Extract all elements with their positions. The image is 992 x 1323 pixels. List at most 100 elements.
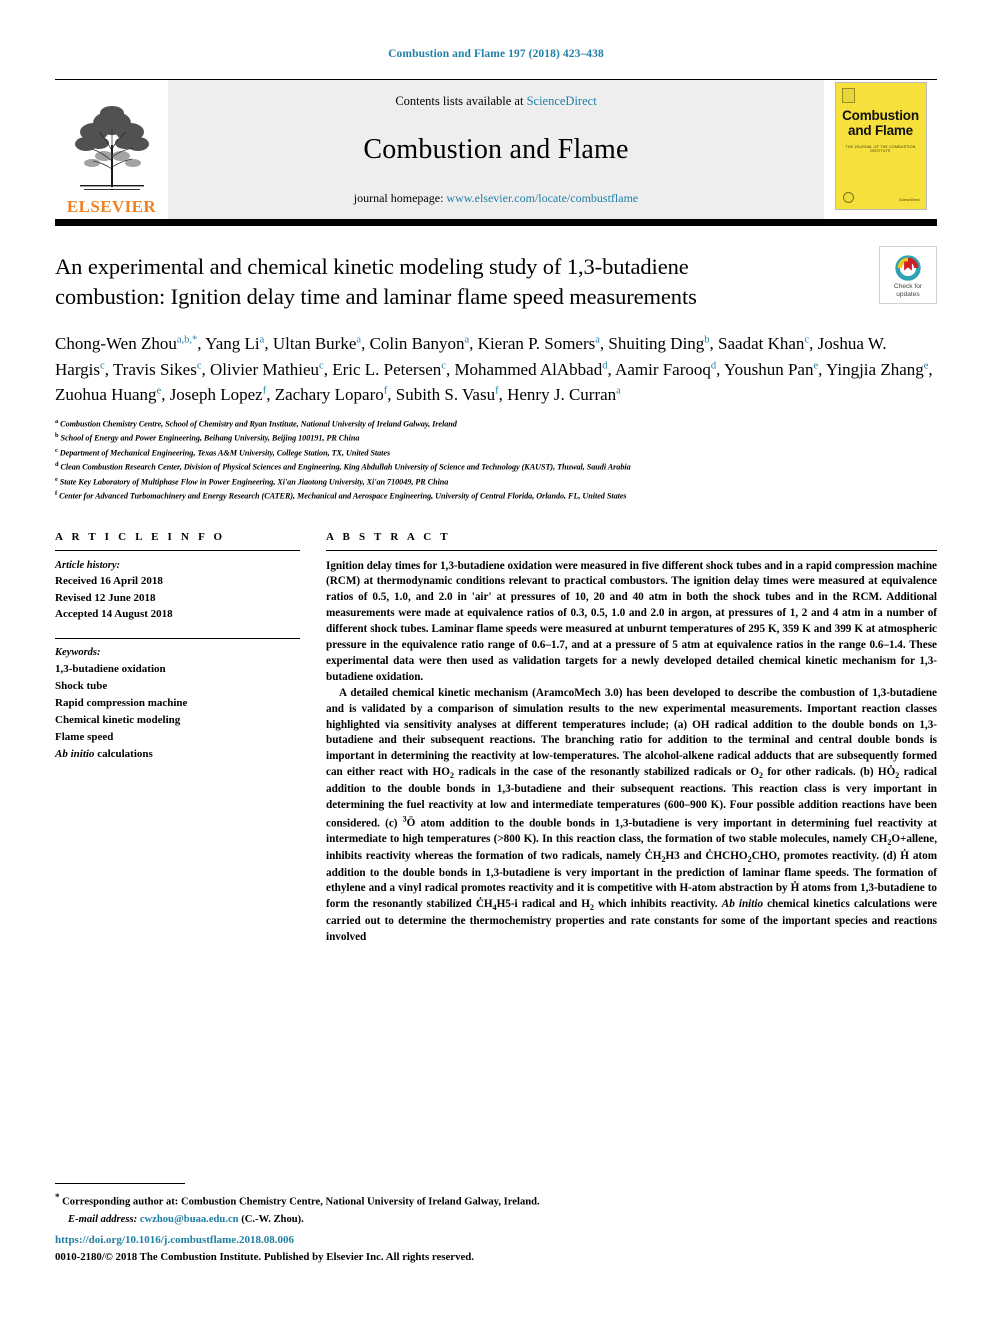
author-name: Eric L. Petersen [332, 359, 442, 379]
affiliation-mark: e [55, 475, 58, 483]
author-name: Kieran P. Somers [477, 334, 596, 354]
article-info-heading: A R T I C L E I N F O [55, 530, 226, 543]
footnote-divider [55, 1183, 185, 1185]
author-name: Henry J. Curran [507, 385, 617, 405]
paper-page: Combustion and Flame 197 (2018) 423–438 [0, 0, 992, 1323]
author-affiliation-mark: c [804, 334, 810, 346]
copyright-line: 0010-2180/© 2018 The Combustion Institut… [55, 1250, 474, 1263]
article-history-item: Accepted 14 August 2018 [55, 608, 173, 621]
author-name: Colin Banyon [369, 334, 465, 354]
author-name: Olivier Mathieu [209, 359, 320, 379]
affiliation-item: f Center for Advanced Turbomachinery and… [55, 490, 627, 501]
author-affiliation-mark: e [923, 360, 929, 372]
cover-footer-text: ScienceDirect [899, 197, 920, 202]
author-name: Zachary Loparo [274, 385, 384, 405]
cover-seal-icon [842, 192, 854, 203]
elsevier-logo: ELSEVIER [55, 80, 168, 219]
author-name: Yingjia Zhang [826, 359, 924, 379]
keywords-block: Keywords: 1,3-butadiene oxidation Shock t… [55, 639, 300, 764]
email-suffix: (C.-W. Zhou). [241, 1213, 304, 1225]
affiliation-list: a Combustion Chemistry Centre, School of… [55, 417, 935, 504]
author-affiliation-mark: a,b,* [176, 334, 198, 346]
page-title: An experimental and chemical kinetic mod… [55, 254, 697, 309]
keyword-item: Chemical kinetic modeling [55, 714, 181, 727]
crossmark-label: Check for updates [893, 282, 923, 298]
author-affiliation-mark: a [356, 334, 362, 346]
journal-masthead: ELSEVIER Contents lists available at Sci… [55, 79, 937, 219]
homepage-line: journal homepage: www.elsevier.com/locat… [354, 191, 638, 206]
affiliation-mark: b [55, 432, 59, 440]
author-affiliation-mark: e [156, 385, 162, 397]
author-affiliation-mark: a [616, 385, 621, 397]
affiliation-item: c Department of Mechanical Engineering, … [55, 446, 391, 458]
footer-bottom: https://doi.org/10.1016/j.combustflame.2… [55, 1232, 755, 1265]
sciencedirect-link[interactable]: ScienceDirect [527, 94, 597, 108]
affiliation-item: d Clean Combustion Research Center, Divi… [55, 461, 631, 472]
author-name: Subith S. Vasu [395, 385, 496, 405]
running-head: Combustion and Flame 197 (2018) 423–438 [388, 48, 604, 60]
abstract-heading: A B S T R A C T [326, 530, 451, 543]
author-affiliation-mark: d [710, 360, 717, 372]
affiliation-mark: a [55, 417, 59, 425]
title-block: Check for updates An experimental and ch… [55, 226, 937, 504]
journal-cover-image: Combustion and Flame THE JOURNAL OF THE … [834, 82, 927, 210]
keywords-items: 1,3-butadiene oxidation Shock tube Rapid c… [55, 661, 300, 763]
author-affiliation-mark: a [464, 334, 470, 346]
journal-name: Combustion and Flame [363, 134, 629, 165]
check-for-updates-badge[interactable]: Check for updates [879, 246, 937, 304]
author-name: Zuohua Huang [55, 385, 157, 405]
abstract-body: Ignition delay times for 1,3-butadiene o… [326, 551, 937, 946]
email-link[interactable]: cwzhou@buaa.edu.cn [140, 1214, 239, 1225]
author-name: Youshun Pan [724, 359, 814, 379]
email-label: E-mail address: [68, 1213, 138, 1225]
affiliation-mark: c [55, 446, 58, 454]
author-affiliation-mark: c [100, 360, 105, 372]
contents-prefix: Contents lists available at [395, 94, 527, 108]
article-history-label: Article history: [55, 559, 121, 571]
journal-cover-thumbnail[interactable]: Combustion and Flame THE JOURNAL OF THE … [824, 80, 937, 219]
author-name: Mohammed AlAbbad [454, 359, 603, 379]
author-name: Ultan Burke [272, 334, 357, 354]
author-affiliation-mark: a [259, 334, 265, 346]
abstract-paragraph-2: A detailed chemical kinetic mechanism (A… [326, 686, 937, 943]
abstract-paragraph-1: Ignition delay times for 1,3-butadiene o… [326, 559, 937, 683]
corresponding-author-text: Corresponding author at: Combustion Chem… [62, 1196, 540, 1208]
author-name: Chong-Wen Zhou [55, 334, 177, 354]
affiliation-item: e State Key Laboratory of Multiphase Flo… [55, 475, 449, 487]
affiliation-item: b School of Energy and Power Engineering… [55, 432, 360, 444]
keywords-label: Keywords: [55, 646, 101, 658]
article-history-lines: Received 16 April 2018 Revised 12 June 20… [55, 573, 300, 623]
affiliation-mark: f [55, 490, 58, 498]
abstract-column: A B S T R A C T Ignition delay times for… [326, 531, 937, 946]
cover-subtitle: THE JOURNAL OF THE COMBUSTION INSTITUTE [845, 145, 916, 153]
institute-badge-icon [841, 88, 855, 103]
article-history-item: Received 16 April 2018 [55, 575, 163, 588]
contents-line: Contents lists available at ScienceDirec… [395, 94, 596, 109]
author-affiliation-mark: f [383, 385, 388, 397]
masthead-divider [55, 219, 937, 226]
author-name: Shuiting Ding [608, 334, 705, 354]
corresponding-author-note: * Corresponding author at: Combustion Ch… [55, 1191, 555, 1210]
corresponding-author-star: * [55, 1192, 60, 1203]
keyword-item: Flame speed [55, 731, 114, 744]
affiliation-item: a Combustion Chemistry Centre, School of… [55, 417, 457, 429]
email-note: E-mail address: cwzhou@buaa.edu.cn (C.-W… [55, 1210, 555, 1229]
author-name: Joseph Lopez [169, 385, 263, 405]
journal-homepage-link[interactable]: www.elsevier.com/locate/combustflame [446, 191, 638, 205]
author-affiliation-mark: a [595, 334, 600, 346]
elsevier-wordmark: ELSEVIER [66, 197, 157, 216]
homepage-prefix: journal homepage: [353, 191, 447, 205]
affiliation-mark: d [55, 461, 59, 469]
author-affiliation-mark: e [813, 360, 819, 372]
keyword-item: 1,3-butadiene oxidation [55, 663, 166, 676]
author-affiliation-mark: f [495, 385, 499, 397]
doi-link[interactable]: https://doi.org/10.1016/j.combustflame.2… [55, 1232, 755, 1249]
author-name: Saadat Khan [718, 334, 805, 354]
author-affiliation-mark: d [602, 360, 608, 372]
info-abstract-columns: A R T I C L E I N F O Article history: R… [55, 531, 937, 946]
author-affiliation-mark: c [319, 360, 324, 372]
author-name: Yang Li [205, 334, 260, 354]
elsevier-tree-icon [74, 106, 149, 190]
author-list: Chong-Wen Zhoua,b,*, Yang Lia, Ultan Bur… [55, 334, 933, 405]
keyword-item: Rapid compression machine [55, 697, 188, 710]
